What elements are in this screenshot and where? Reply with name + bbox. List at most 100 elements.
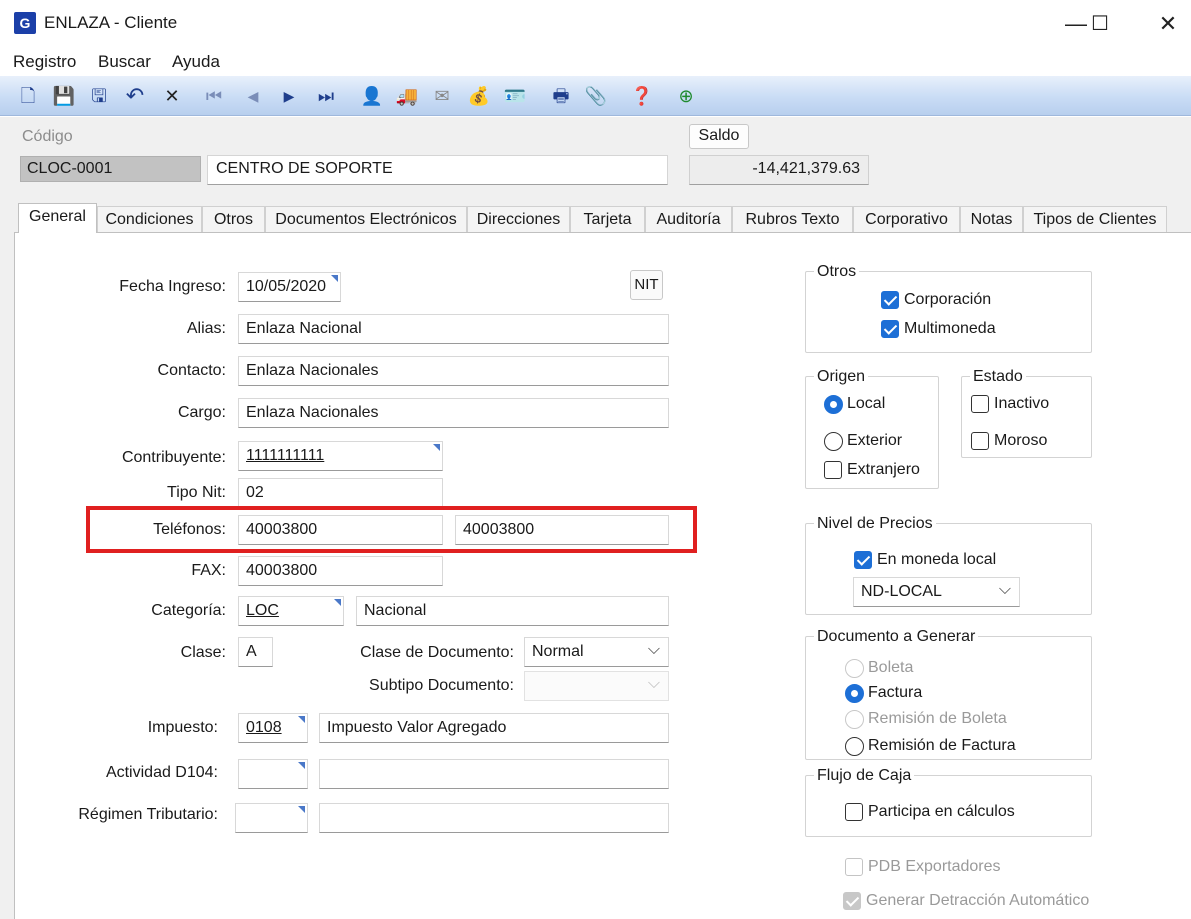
participa-checkbox[interactable] <box>845 803 863 821</box>
printer-icon[interactable]: 🖶 <box>549 84 573 108</box>
corporacion-checkbox[interactable] <box>881 291 899 309</box>
attachment-icon[interactable]: 📎 <box>584 84 608 108</box>
tab-corporativo[interactable]: Corporativo <box>853 206 960 232</box>
clase-field[interactable]: A <box>238 637 273 667</box>
regimen-code-field[interactable] <box>235 803 308 833</box>
tab-documentos-electronicos[interactable]: Documentos Electrónicos <box>265 206 467 232</box>
remision-boleta-label: Remisión de Boleta <box>868 710 1007 727</box>
clase-documento-select[interactable]: Normal ⌵ <box>524 637 669 667</box>
origen-exterior-radio[interactable] <box>824 432 843 451</box>
categoria-name-field: Nacional <box>356 596 669 626</box>
categoria-code-value: LOC <box>246 602 279 619</box>
actividad-label: Actividad D104: <box>105 764 218 781</box>
first-record-icon[interactable]: ⏮ <box>202 84 226 108</box>
factura-radio[interactable] <box>845 684 864 703</box>
tab-otros[interactable]: Otros <box>202 206 265 232</box>
last-record-icon[interactable]: ⏭ <box>314 84 338 108</box>
card-icon[interactable]: 🪪 <box>503 84 527 108</box>
chevron-down-icon: ⌵ <box>998 581 1011 598</box>
tab-tarjeta[interactable]: Tarjeta <box>570 206 645 232</box>
moneda-local-checkbox[interactable] <box>854 551 872 569</box>
cargo-label: Cargo: <box>177 404 226 421</box>
boleta-radio[interactable] <box>845 659 864 678</box>
estado-title: Estado <box>970 368 1026 386</box>
alias-field[interactable]: Enlaza Nacional <box>238 314 669 344</box>
menu-registro[interactable]: Registro <box>13 52 76 72</box>
multimoneda-checkbox[interactable] <box>881 320 899 338</box>
origen-title: Origen <box>814 368 869 386</box>
origen-local-radio[interactable] <box>824 395 843 414</box>
origen-local-label: Local <box>847 395 886 412</box>
remision-factura-radio[interactable] <box>845 737 864 756</box>
envelope-icon[interactable]: ✉ <box>430 84 454 108</box>
tab-condiciones[interactable]: Condiciones <box>97 206 202 232</box>
tab-tipos-de-clientes[interactable]: Tipos de Clientes <box>1023 206 1167 232</box>
remision-boleta-radio[interactable] <box>845 710 864 729</box>
flujo-caja-title: Flujo de Caja <box>814 767 915 785</box>
delete-icon[interactable]: ✕ <box>160 84 184 108</box>
actividad-code-field[interactable] <box>238 759 308 789</box>
inactivo-checkbox[interactable] <box>971 395 989 413</box>
participa-label: Participa en cálculos <box>868 803 1015 820</box>
fecha-ingreso-label: Fecha Ingreso: <box>119 278 226 295</box>
exit-icon[interactable]: ⊕ <box>674 84 698 108</box>
chevron-down-icon: ⌵ <box>647 675 660 692</box>
nivel-precios-value: ND-LOCAL <box>861 583 942 600</box>
impuesto-code-field[interactable]: 0108 <box>238 713 308 743</box>
save-icon[interactable]: 💾 <box>52 84 76 108</box>
new-document-icon[interactable]: 🗋 <box>16 84 40 108</box>
extranjero-label: Extranjero <box>847 461 920 478</box>
tab-rubros-texto[interactable]: Rubros Texto <box>732 206 853 232</box>
moroso-checkbox[interactable] <box>971 432 989 450</box>
app-logo-icon: G <box>14 12 36 34</box>
next-record-icon[interactable]: ▶ <box>277 84 301 108</box>
impuesto-name-field: Impuesto Valor Agregado <box>319 713 669 743</box>
cargo-field[interactable]: Enlaza Nacionales <box>238 398 669 428</box>
help-icon[interactable]: ❓ <box>630 84 654 108</box>
maximize-icon[interactable]: ☐ <box>1077 8 1123 40</box>
regimen-label: Régimen Tributario: <box>78 806 218 823</box>
saldo-button[interactable]: Saldo <box>689 124 749 149</box>
nombre-field[interactable]: CENTRO DE SOPORTE <box>207 155 668 185</box>
previous-record-icon[interactable]: ◀ <box>241 84 265 108</box>
extranjero-checkbox[interactable] <box>824 461 842 479</box>
contribuyente-value: 1111111111 <box>246 447 325 464</box>
undo-icon[interactable]: ↶ <box>123 84 147 108</box>
boleta-label: Boleta <box>868 659 914 676</box>
categoria-code-field[interactable]: LOC <box>238 596 344 626</box>
origen-exterior-label: Exterior <box>847 432 903 449</box>
detraccion-checkbox[interactable] <box>843 892 861 910</box>
window-title: ENLAZA - Cliente <box>44 13 178 32</box>
menu-ayuda[interactable]: Ayuda <box>172 52 220 72</box>
nit-button[interactable]: NIT <box>630 270 663 300</box>
documento-generar-title: Documento a Generar <box>814 628 979 646</box>
corporacion-label: Corporación <box>904 291 992 308</box>
subtipo-documento-select[interactable]: ⌵ <box>524 671 669 701</box>
pdb-exportadores-label: PDB Exportadores <box>868 858 1001 875</box>
tab-notas[interactable]: Notas <box>960 206 1023 232</box>
fecha-ingreso-field[interactable]: 10/05/2020 <box>238 272 341 302</box>
moroso-label: Moroso <box>994 432 1048 449</box>
highlight-box <box>86 506 697 553</box>
contribuyente-field[interactable]: 1111111111 <box>238 441 443 471</box>
nivel-precios-select[interactable]: ND-LOCAL ⌵ <box>853 577 1020 607</box>
pdb-exportadores-checkbox[interactable] <box>845 858 863 876</box>
coins-icon[interactable]: 💰 <box>467 84 491 108</box>
codigo-label: Código <box>22 128 73 145</box>
user-icon[interactable]: 👤 <box>360 84 384 108</box>
chevron-down-icon: ⌵ <box>647 641 660 658</box>
tab-auditoria[interactable]: Auditoría <box>645 206 732 232</box>
inactivo-label: Inactivo <box>994 395 1050 412</box>
close-icon[interactable]: ✕ <box>1145 8 1191 40</box>
tab-direcciones[interactable]: Direcciones <box>467 206 570 232</box>
tab-general[interactable]: General <box>18 203 97 233</box>
save-close-icon[interactable]: 🖫 <box>87 84 111 108</box>
menu-buscar[interactable]: Buscar <box>98 52 151 72</box>
transfer-icon[interactable]: 🚚 <box>395 84 419 108</box>
codigo-field: CLOC-0001 <box>20 156 201 182</box>
tipo-nit-field[interactable]: 02 <box>238 478 443 508</box>
contacto-field[interactable]: Enlaza Nacionales <box>238 356 669 386</box>
saldo-field: -14,421,379.63 <box>689 155 869 185</box>
fax-field[interactable]: 40003800 <box>238 556 443 586</box>
multimoneda-label: Multimoneda <box>904 320 996 337</box>
